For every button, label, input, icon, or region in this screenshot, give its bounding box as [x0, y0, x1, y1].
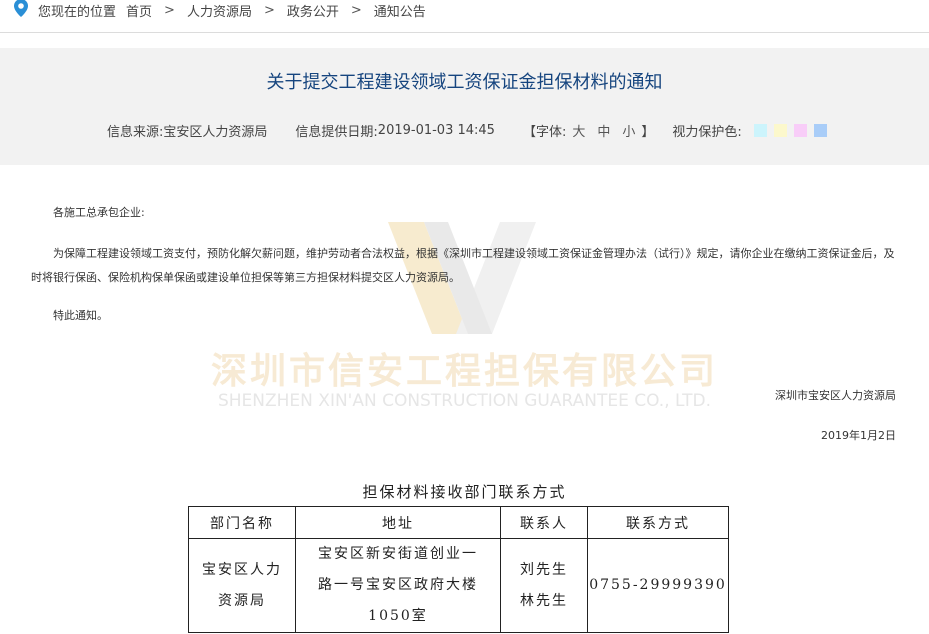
notice-greeting: 各施工总承包企业: — [53, 206, 145, 219]
contact-table: 部门名称 地址 联系人 联系方式 宝安区人力 资源局 宝安区新安街道创业一 路一… — [188, 506, 729, 633]
contact-table-caption: 担保材料接收部门联系方式 — [362, 483, 567, 501]
font-size-large-button[interactable]: 大 — [572, 121, 585, 140]
column-header: 部门名称 — [188, 506, 296, 539]
notice-sign-date: 2019年1月2日 — [821, 429, 896, 442]
dept-cell: 宝安区人力 资源局 — [188, 538, 296, 633]
font-size-close: 】 — [641, 125, 655, 140]
column-header: 联系方式 — [587, 506, 729, 539]
font-size-small-button[interactable]: 小 — [622, 121, 635, 140]
notice-closing: 特此通知。 — [53, 309, 108, 322]
font-size-medium-button[interactable]: 中 — [597, 121, 610, 140]
breadcrumb-hr-bureau-link[interactable]: 人力资源局 — [187, 1, 252, 20]
eye-color-yellow-swatch[interactable] — [773, 124, 787, 137]
phone-cell: 0755-29999390 — [587, 538, 729, 633]
breadcrumb-separator: > — [164, 2, 175, 18]
breadcrumb-home-link[interactable]: 首页 — [126, 1, 152, 20]
date-label: 信息提供日期: — [295, 125, 378, 140]
article-title: 关于提交工程建设领域工资保证金担保材料的通知 — [266, 72, 663, 93]
font-size-open: 【字体: — [522, 125, 567, 140]
source-label: 信息来源: — [107, 125, 164, 140]
dept-line: 资源局 — [218, 592, 266, 609]
table-header-row: 部门名称 地址 联系人 联系方式 — [188, 506, 729, 539]
column-header: 联系人 — [500, 506, 588, 539]
address-line: 宝安区新安街道创业一 — [318, 546, 478, 562]
contact-person: 林先生 — [520, 592, 568, 609]
breadcrumb-separator: > — [263, 2, 275, 18]
dept-line: 宝安区人力 — [202, 561, 282, 578]
eye-protection-label: 视力保护色: — [672, 125, 742, 140]
source-value: 宝安区人力资源局 — [163, 125, 268, 140]
contacts-cell: 刘先生 林先生 — [500, 538, 588, 633]
article-meta: 信息来源: 宝安区人力资源局 信息提供日期: 2019-01-03 14:45 … — [107, 121, 827, 140]
location-pin-icon — [14, 0, 28, 17]
notice-signature: 深圳市宝安区人力资源局 — [775, 389, 896, 402]
eye-color-pink-swatch[interactable] — [793, 124, 807, 137]
eye-color-blue-swatch[interactable] — [813, 124, 827, 137]
breadcrumb-separator: > — [350, 2, 362, 18]
date-value: 2019-01-03 14:45 — [377, 123, 495, 138]
breadcrumb-gov-affairs-link[interactable]: 政务公开 — [287, 1, 339, 20]
address-cell: 宝安区新安街道创业一 路一号宝安区政府大楼 1050室 — [295, 538, 501, 633]
contact-person: 刘先生 — [520, 561, 568, 578]
address-line: 1050室 — [368, 608, 428, 624]
breadcrumb-notices-link[interactable]: 通知公告 — [374, 1, 426, 20]
eye-color-cyan-swatch[interactable] — [753, 124, 767, 137]
article-header — [0, 48, 929, 165]
notice-body: 为保障工程建设领域工资支付，预防化解欠薪问题，维护劳动者合法权益，根据《深圳市工… — [31, 247, 895, 284]
breadcrumb: 您现在的位置 首页 > 人力资源局 > 政务公开 > 通知公告 — [14, 0, 426, 20]
column-header: 地址 — [295, 506, 501, 539]
address-line: 路一号宝安区政府大楼 — [318, 577, 478, 593]
table-row: 宝安区人力 资源局 宝安区新安街道创业一 路一号宝安区政府大楼 1050室 刘先… — [188, 538, 729, 633]
breadcrumb-divider — [0, 32, 929, 33]
breadcrumb-label: 您现在的位置 — [38, 4, 117, 20]
